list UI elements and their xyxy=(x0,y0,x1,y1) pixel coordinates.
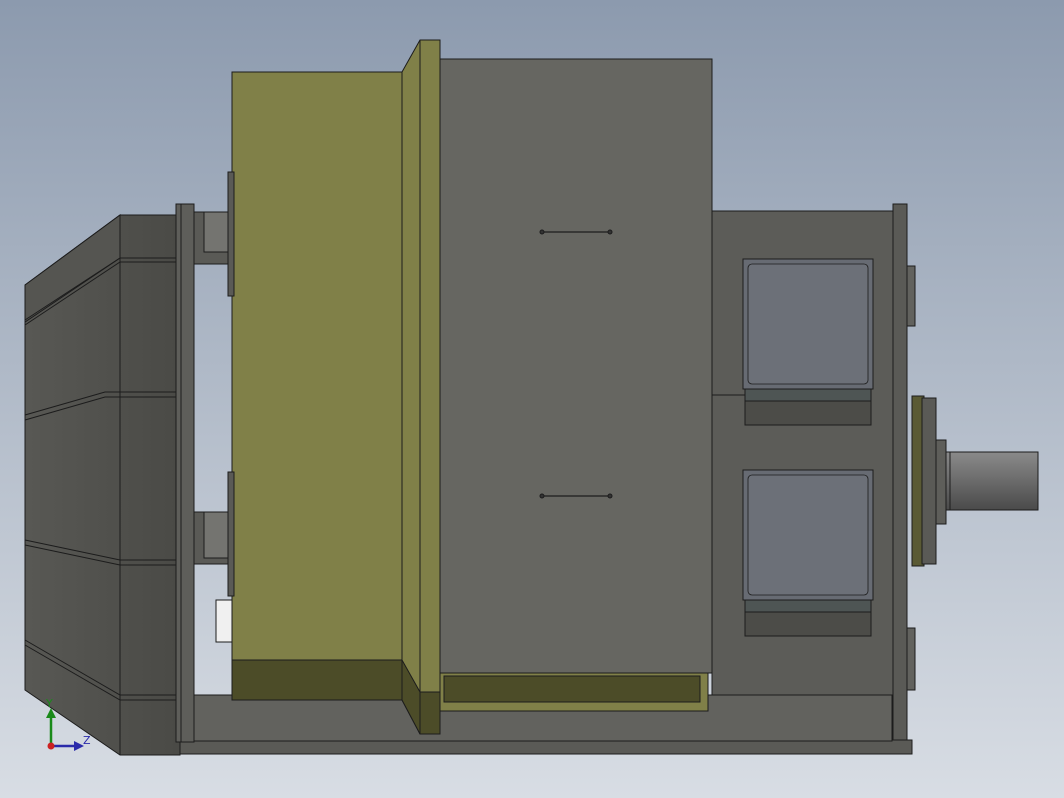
cad-viewport[interactable]: Y Z xyxy=(0,0,1064,798)
left-end-housing xyxy=(24,214,181,756)
motor-model-view[interactable]: Y Z xyxy=(0,0,1064,798)
terminal-cover-upper xyxy=(742,258,874,426)
stator-frame xyxy=(437,58,713,712)
terminal-cover-lower xyxy=(742,469,874,637)
olive-end-shield xyxy=(227,39,441,735)
triad-z-label: Z xyxy=(83,734,91,747)
motor-shaft xyxy=(945,451,1039,511)
triad-y-label: Y xyxy=(45,697,53,710)
